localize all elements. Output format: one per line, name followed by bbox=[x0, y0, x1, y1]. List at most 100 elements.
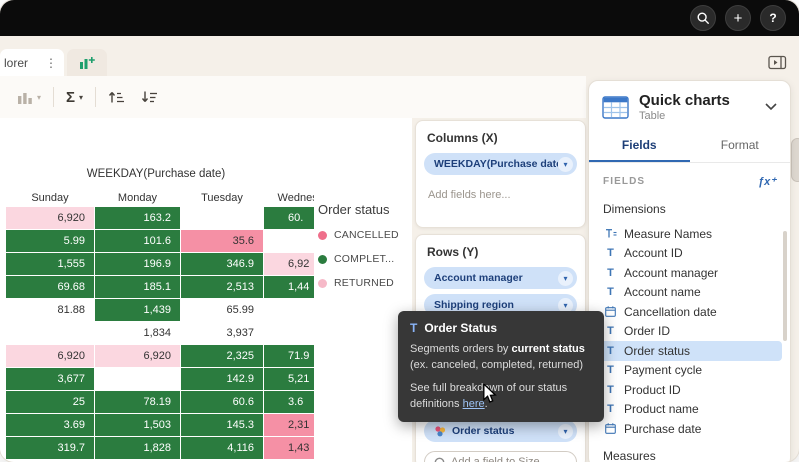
workbook-tab[interactable]: lorer ⋮ bbox=[0, 49, 64, 76]
viz-cell[interactable]: 35.6 bbox=[181, 230, 263, 252]
viz-cell[interactable]: 25 bbox=[6, 391, 94, 413]
tooltip-body: Segments orders by current status (ex. c… bbox=[410, 342, 592, 373]
viz-cell[interactable]: 1,503 bbox=[95, 414, 180, 436]
field-pill[interactable]: Account manager▾ bbox=[424, 267, 577, 289]
field-item-measure-names[interactable]: Measure Names bbox=[597, 224, 782, 244]
tab-fields[interactable]: Fields bbox=[589, 131, 690, 162]
viz-cell[interactable]: 2,325 bbox=[181, 345, 263, 367]
tab-format[interactable]: Format bbox=[690, 131, 791, 162]
viz-cell[interactable]: 5,21 bbox=[264, 368, 314, 390]
viz-cell[interactable]: 2,513 bbox=[181, 276, 263, 298]
dimensions-list: Measure Names TAccount IDTAccount manager… bbox=[589, 224, 790, 439]
viz-cell[interactable]: 101.6 bbox=[95, 230, 180, 252]
viz-cell[interactable]: 6,920 bbox=[6, 207, 94, 229]
viz-cell[interactable]: 1,439 bbox=[95, 299, 180, 321]
field-item-cancellation-date[interactable]: Cancellation date bbox=[597, 302, 782, 322]
viz-cell[interactable]: 163.2 bbox=[95, 207, 180, 229]
viz-cell[interactable]: 65.99 bbox=[181, 299, 263, 321]
size-drop-zone[interactable]: Add a field to Size bbox=[424, 451, 577, 462]
field-item-order-id[interactable]: TOrder ID bbox=[597, 322, 782, 342]
create-calculated-field-icon[interactable]: ƒx⁺ bbox=[758, 175, 776, 188]
viz-cell[interactable]: 3.69 bbox=[6, 414, 94, 436]
chevron-down-icon[interactable]: ▾ bbox=[558, 157, 573, 172]
viz-cell[interactable]: 319.7 bbox=[6, 437, 94, 459]
viz-cell[interactable]: 185.1 bbox=[95, 276, 180, 298]
legend-item[interactable]: RETURNED bbox=[318, 277, 399, 289]
size-icon bbox=[434, 457, 445, 462]
viz-cell[interactable]: 69.68 bbox=[6, 276, 94, 298]
chevron-down-icon[interactable]: ▾ bbox=[558, 271, 573, 286]
columns-drop-zone[interactable]: Add fields here... bbox=[428, 189, 577, 201]
viz-cell[interactable]: 6,920 bbox=[95, 345, 180, 367]
toolbar-divider bbox=[53, 87, 54, 107]
legend-item[interactable]: CANCELLED bbox=[318, 229, 399, 241]
viz-cell[interactable]: 1,828 bbox=[95, 437, 180, 459]
sort-ascending-icon bbox=[108, 90, 125, 104]
sort-ascending-button[interactable] bbox=[104, 86, 129, 108]
field-item-account-id[interactable]: TAccount ID bbox=[597, 244, 782, 264]
field-item-order-status[interactable]: TOrder status bbox=[597, 341, 782, 361]
viz-cell[interactable]: 346.9 bbox=[181, 253, 263, 275]
sort-descending-button[interactable] bbox=[137, 86, 162, 108]
viz-cell[interactable]: 6,920 bbox=[6, 345, 94, 367]
viz-cell[interactable]: 5.99 bbox=[6, 230, 94, 252]
size-placeholder: Add a field to Size bbox=[451, 456, 540, 462]
field-item-label: Cancellation date bbox=[624, 305, 717, 319]
new-sheet-tab[interactable] bbox=[67, 49, 107, 76]
column-header: Wednesday bbox=[264, 190, 314, 206]
legend-label: COMPLET... bbox=[334, 253, 394, 265]
viz-cell[interactable]: 3,937 bbox=[181, 322, 263, 344]
field-item-label: Measure Names bbox=[624, 227, 712, 241]
sigma-icon: Σ bbox=[66, 89, 75, 106]
viz-cell[interactable]: 4,116 bbox=[181, 437, 263, 459]
viz-cell[interactable]: 60.6 bbox=[181, 391, 263, 413]
field-item-label: Product ID bbox=[624, 383, 681, 397]
rows-shelf-title: Rows (Y) bbox=[427, 245, 577, 259]
chart-type-button[interactable]: ▾ bbox=[14, 87, 45, 108]
collapsed-panel-handle[interactable] bbox=[791, 138, 799, 182]
viz-cell[interactable]: 71.9 bbox=[264, 345, 314, 367]
field-pill[interactable]: WEEKDAY(Purchase date)▾ bbox=[424, 153, 577, 175]
text-field-icon: T bbox=[604, 364, 617, 376]
color-pill[interactable]: Order status ▾ bbox=[424, 420, 577, 442]
tab-menu-icon[interactable]: ⋮ bbox=[43, 56, 59, 70]
chevron-down-icon[interactable]: ▾ bbox=[558, 424, 573, 439]
fields-scrollbar[interactable] bbox=[783, 231, 787, 341]
field-item-purchase-date[interactable]: Purchase date bbox=[597, 419, 782, 439]
legend-item[interactable]: COMPLET... bbox=[318, 253, 399, 265]
collapse-panel-icon bbox=[768, 55, 787, 70]
field-item-account-name[interactable]: TAccount name bbox=[597, 283, 782, 303]
viz-cell[interactable]: 81.88 bbox=[6, 299, 94, 321]
viz-cell[interactable]: 1,555 bbox=[6, 253, 94, 275]
aggregation-button[interactable]: Σ ▾ bbox=[62, 85, 87, 110]
viz-cell bbox=[264, 322, 314, 344]
viz-cell[interactable]: 2,31 bbox=[264, 414, 314, 436]
viz-cell[interactable]: 142.9 bbox=[181, 368, 263, 390]
tooltip-header: T Order Status bbox=[410, 321, 592, 335]
sort-descending-icon bbox=[141, 90, 158, 104]
date-field-icon bbox=[604, 423, 617, 434]
search-button[interactable] bbox=[690, 5, 716, 31]
color-pill-label: Order status bbox=[452, 425, 558, 437]
viz-cell[interactable]: 3.6 bbox=[264, 391, 314, 413]
text-field-icon: T bbox=[604, 325, 617, 337]
chart-picker-button[interactable] bbox=[765, 103, 777, 111]
field-item-product-name[interactable]: TProduct name bbox=[597, 400, 782, 420]
field-item-account-manager[interactable]: TAccount manager bbox=[597, 263, 782, 283]
panel-subtitle: Table bbox=[639, 110, 730, 122]
panel-toggle-button[interactable] bbox=[768, 49, 787, 76]
viz-cell[interactable]: 145.3 bbox=[181, 414, 263, 436]
viz-cell[interactable]: 60. bbox=[264, 207, 314, 229]
viz-cell[interactable]: 78.19 bbox=[95, 391, 180, 413]
text-field-icon: T bbox=[604, 345, 617, 357]
viz-cell[interactable]: 1,44 bbox=[264, 276, 314, 298]
viz-cell[interactable]: 6,92 bbox=[264, 253, 314, 275]
add-button[interactable]: + bbox=[725, 5, 751, 31]
help-button[interactable]: ? bbox=[760, 5, 786, 31]
field-item-payment-cycle[interactable]: TPayment cycle bbox=[597, 361, 782, 381]
field-item-product-id[interactable]: TProduct ID bbox=[597, 380, 782, 400]
viz-cell[interactable]: 196.9 bbox=[95, 253, 180, 275]
viz-cell[interactable]: 1,834 bbox=[95, 322, 180, 344]
viz-cell[interactable]: 1,43 bbox=[264, 437, 314, 459]
viz-cell[interactable]: 3,677 bbox=[6, 368, 94, 390]
